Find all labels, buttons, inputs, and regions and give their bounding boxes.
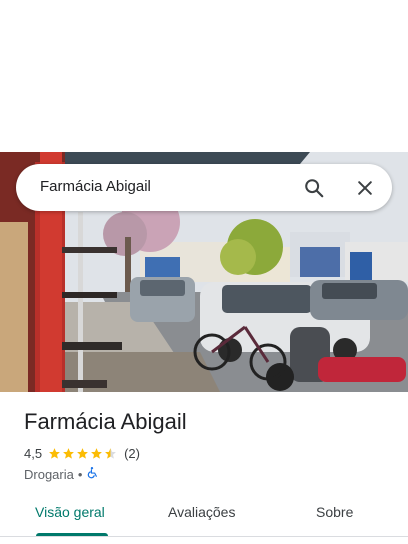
star-half-icon <box>105 447 116 459</box>
rating-value: 4,5 <box>24 445 43 461</box>
star-icon <box>49 447 60 459</box>
map-blank-area <box>0 0 408 152</box>
review-count[interactable]: (2) <box>124 446 140 461</box>
rating-row[interactable]: 4,5 (2) <box>24 445 140 461</box>
tabs-divider <box>0 536 408 537</box>
search-icon[interactable] <box>300 174 328 202</box>
star-icon <box>91 447 102 459</box>
star-icon <box>63 447 74 459</box>
wheelchair-icon <box>86 466 99 482</box>
place-name: Farmácia Abigail <box>24 409 187 434</box>
place-category[interactable]: Drogaria <box>24 467 74 482</box>
tab-overview[interactable]: Visão geral <box>35 504 105 520</box>
tab-about[interactable]: Sobre <box>316 504 353 520</box>
tab-reviews[interactable]: Avaliações <box>168 504 235 520</box>
category-row: Drogaria • <box>24 466 99 482</box>
close-icon[interactable] <box>351 174 379 202</box>
star-icon <box>77 447 88 459</box>
tab-bar: Visão geral Avaliações Sobre <box>0 496 408 536</box>
star-rating <box>48 447 118 460</box>
search-query[interactable]: Farmácia Abigail <box>40 178 151 195</box>
search-bar[interactable]: Farmácia Abigail <box>16 164 392 211</box>
separator-dot: • <box>77 466 83 482</box>
